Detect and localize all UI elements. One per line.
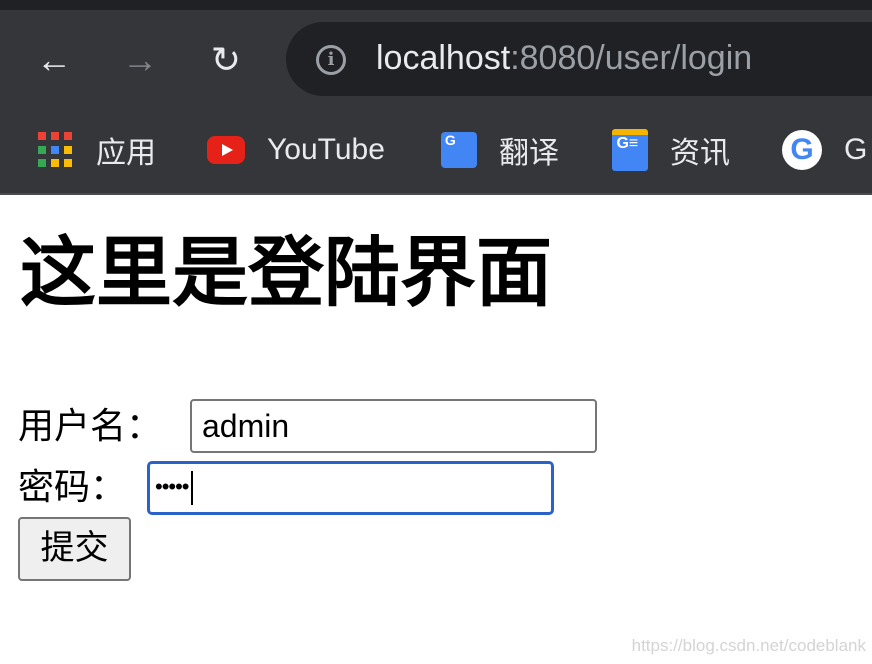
arrow-right-icon[interactable]: → bbox=[120, 40, 160, 80]
password-input[interactable]: ••••• bbox=[147, 461, 554, 515]
watermark: https://blog.csdn.net/codeblank bbox=[631, 636, 866, 655]
bookmark-label: 应用 bbox=[96, 137, 156, 170]
text-caret bbox=[190, 471, 193, 506]
apps-grid-icon bbox=[38, 132, 74, 168]
bookmark-apps[interactable]: 应用 bbox=[38, 128, 156, 172]
password-value: ••••• bbox=[155, 474, 190, 499]
bookmark-youtube[interactable]: YouTube bbox=[207, 128, 385, 172]
bookmark-label: YouTube bbox=[267, 133, 385, 166]
bookmark-google[interactable]: G G bbox=[782, 128, 867, 172]
bookmark-label: 资讯 bbox=[670, 137, 730, 170]
bookmark-translate[interactable]: G 翻译 bbox=[441, 128, 559, 172]
reload-icon[interactable]: ↻ bbox=[206, 40, 246, 80]
address-bar[interactable]: i localhost:8080/user/login bbox=[286, 22, 872, 96]
browser-toolbar: ← → ↻ i localhost:8080/user/login bbox=[0, 10, 872, 110]
submit-button[interactable]: 提交 bbox=[18, 517, 131, 581]
url-host: localhost bbox=[376, 39, 511, 77]
url-text: localhost:8080/user/login bbox=[376, 38, 752, 78]
google-icon: G bbox=[782, 130, 822, 170]
username-value: admin bbox=[202, 408, 290, 444]
page-title: 这里是登陆界面 bbox=[20, 231, 552, 316]
password-label: 密码： bbox=[18, 466, 127, 507]
bookmark-news[interactable]: G≡ 资讯 bbox=[612, 128, 730, 172]
info-icon[interactable]: i bbox=[316, 45, 346, 75]
youtube-icon bbox=[207, 136, 245, 164]
bookmarks-bar: 应用 YouTube G 翻译 G≡ 资讯 G G bbox=[0, 110, 872, 195]
google-news-icon: G≡ bbox=[612, 129, 648, 171]
bookmark-label: 翻译 bbox=[499, 137, 559, 170]
bookmark-label: G bbox=[844, 133, 868, 166]
window-top-strip bbox=[0, 0, 872, 10]
url-path: :8080/user/login bbox=[510, 39, 753, 77]
username-input[interactable]: admin bbox=[190, 399, 597, 453]
arrow-left-icon[interactable]: ← bbox=[34, 40, 74, 80]
username-label: 用户名： bbox=[18, 405, 163, 446]
google-translate-icon: G bbox=[441, 132, 477, 168]
